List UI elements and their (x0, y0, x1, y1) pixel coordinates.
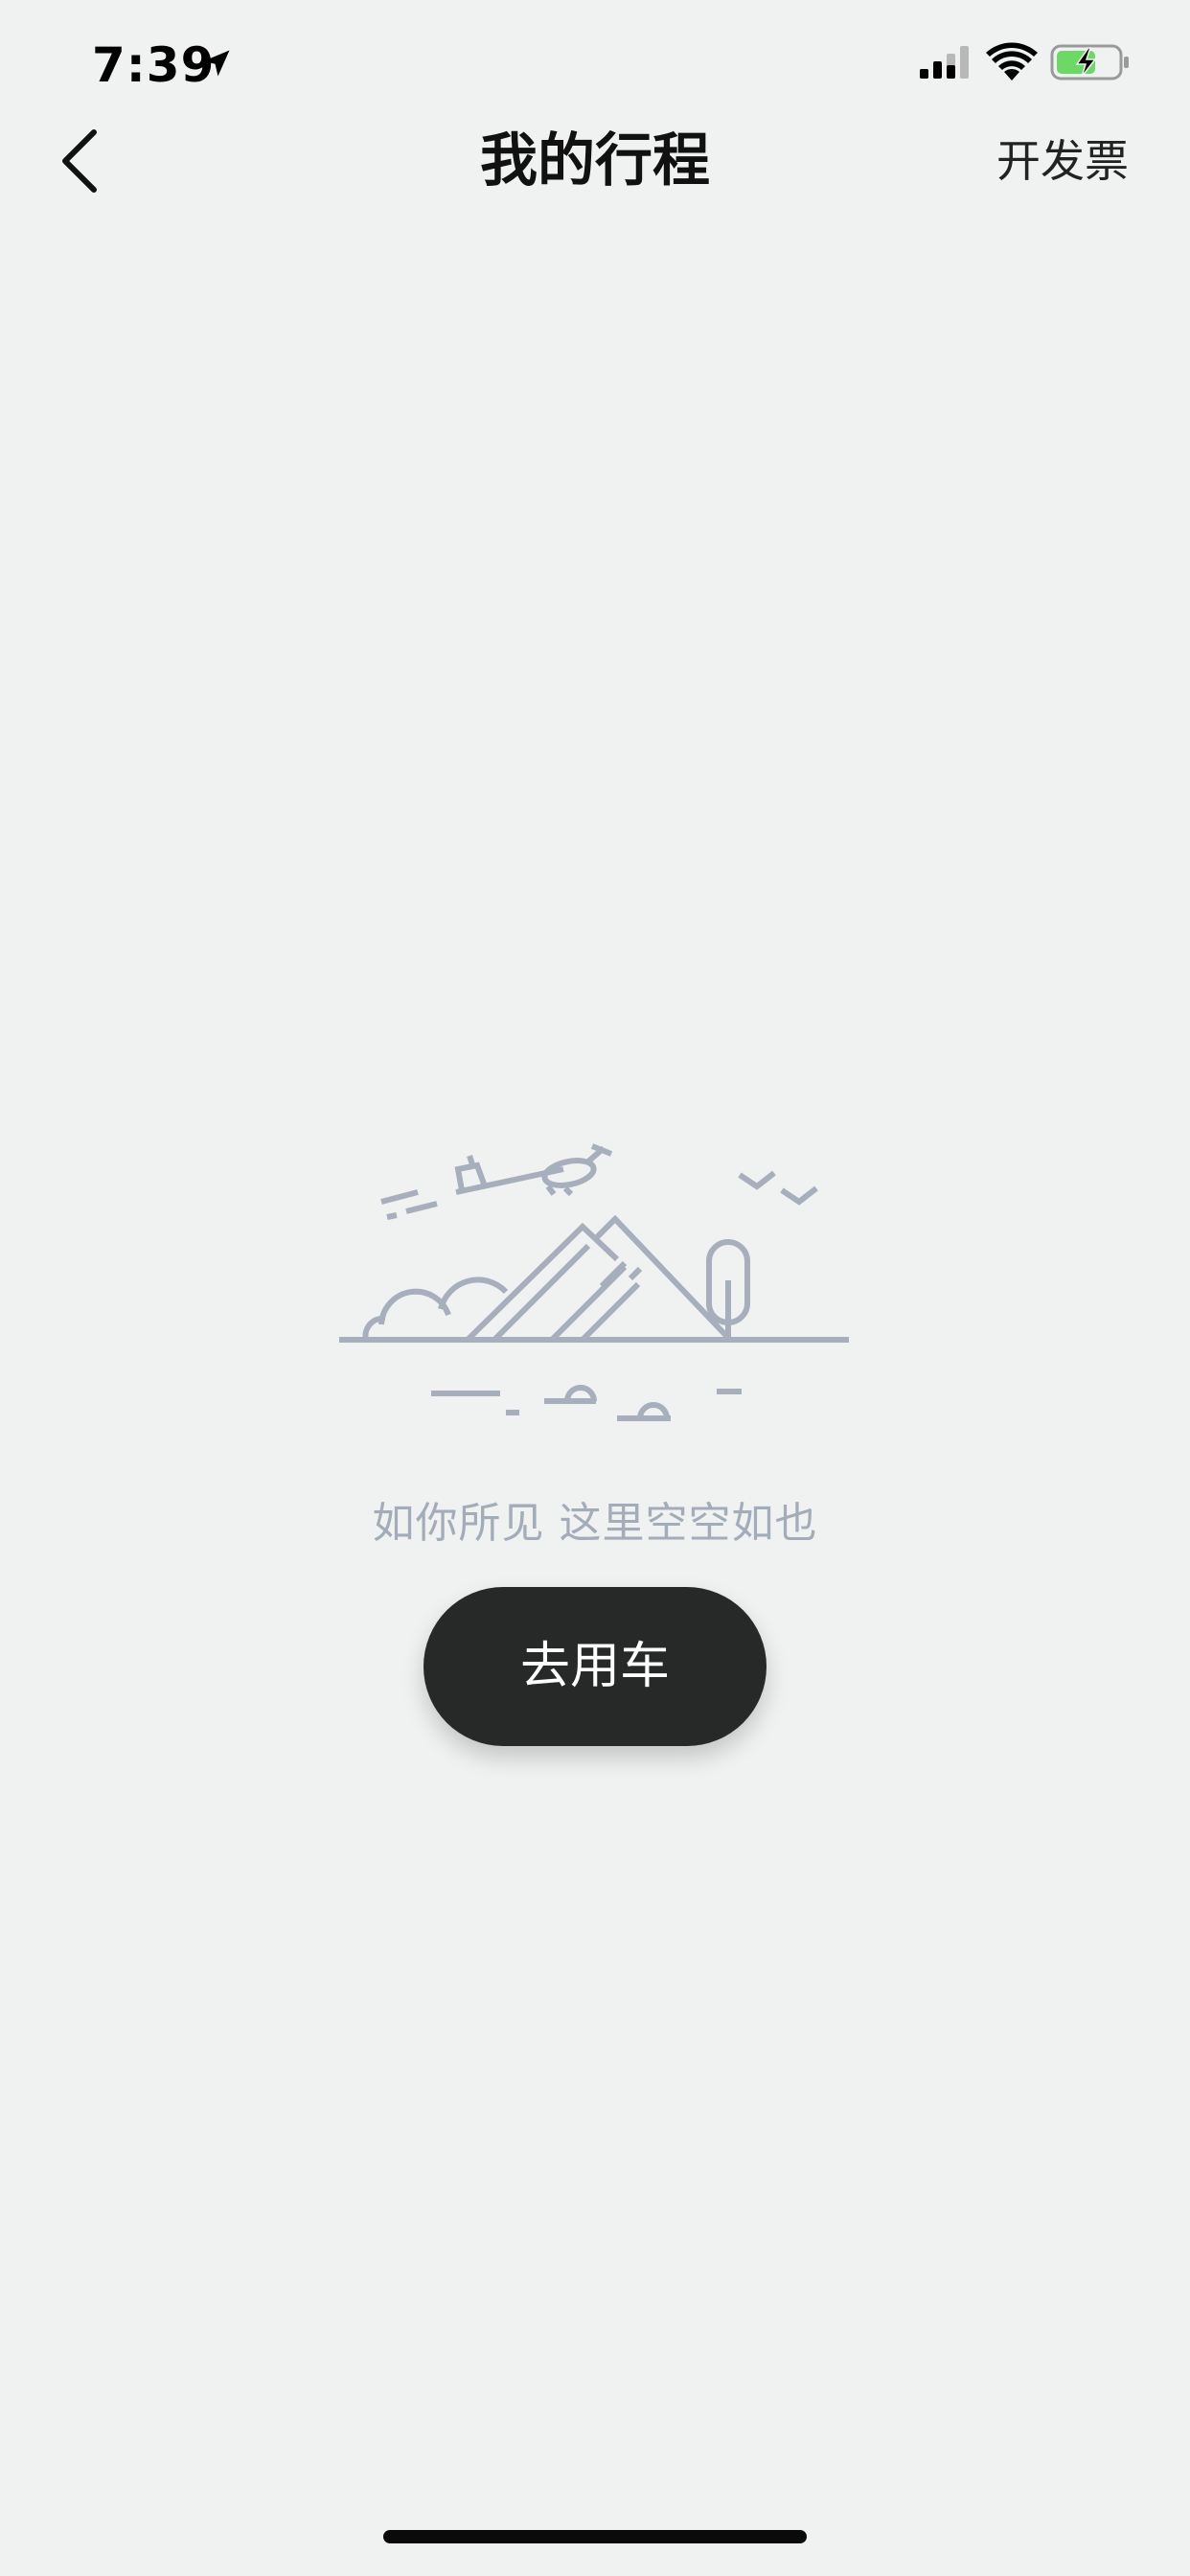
cellular-signal-icon (920, 46, 969, 79)
nav-bar: 我的行程 开发票 (0, 105, 1190, 217)
home-indicator[interactable] (383, 2530, 807, 2543)
battery-charging-icon (1050, 44, 1129, 80)
empty-state-message: 如你所见 这里空空如也 (372, 1499, 818, 1548)
location-arrow-icon (203, 50, 230, 77)
wifi-icon (986, 42, 1038, 80)
invoice-button[interactable]: 开发票 (996, 130, 1129, 192)
empty-state-illustration (339, 1143, 849, 1421)
go-ride-button[interactable]: 去用车 (423, 1587, 767, 1746)
status-time: 7:39 (92, 37, 216, 93)
